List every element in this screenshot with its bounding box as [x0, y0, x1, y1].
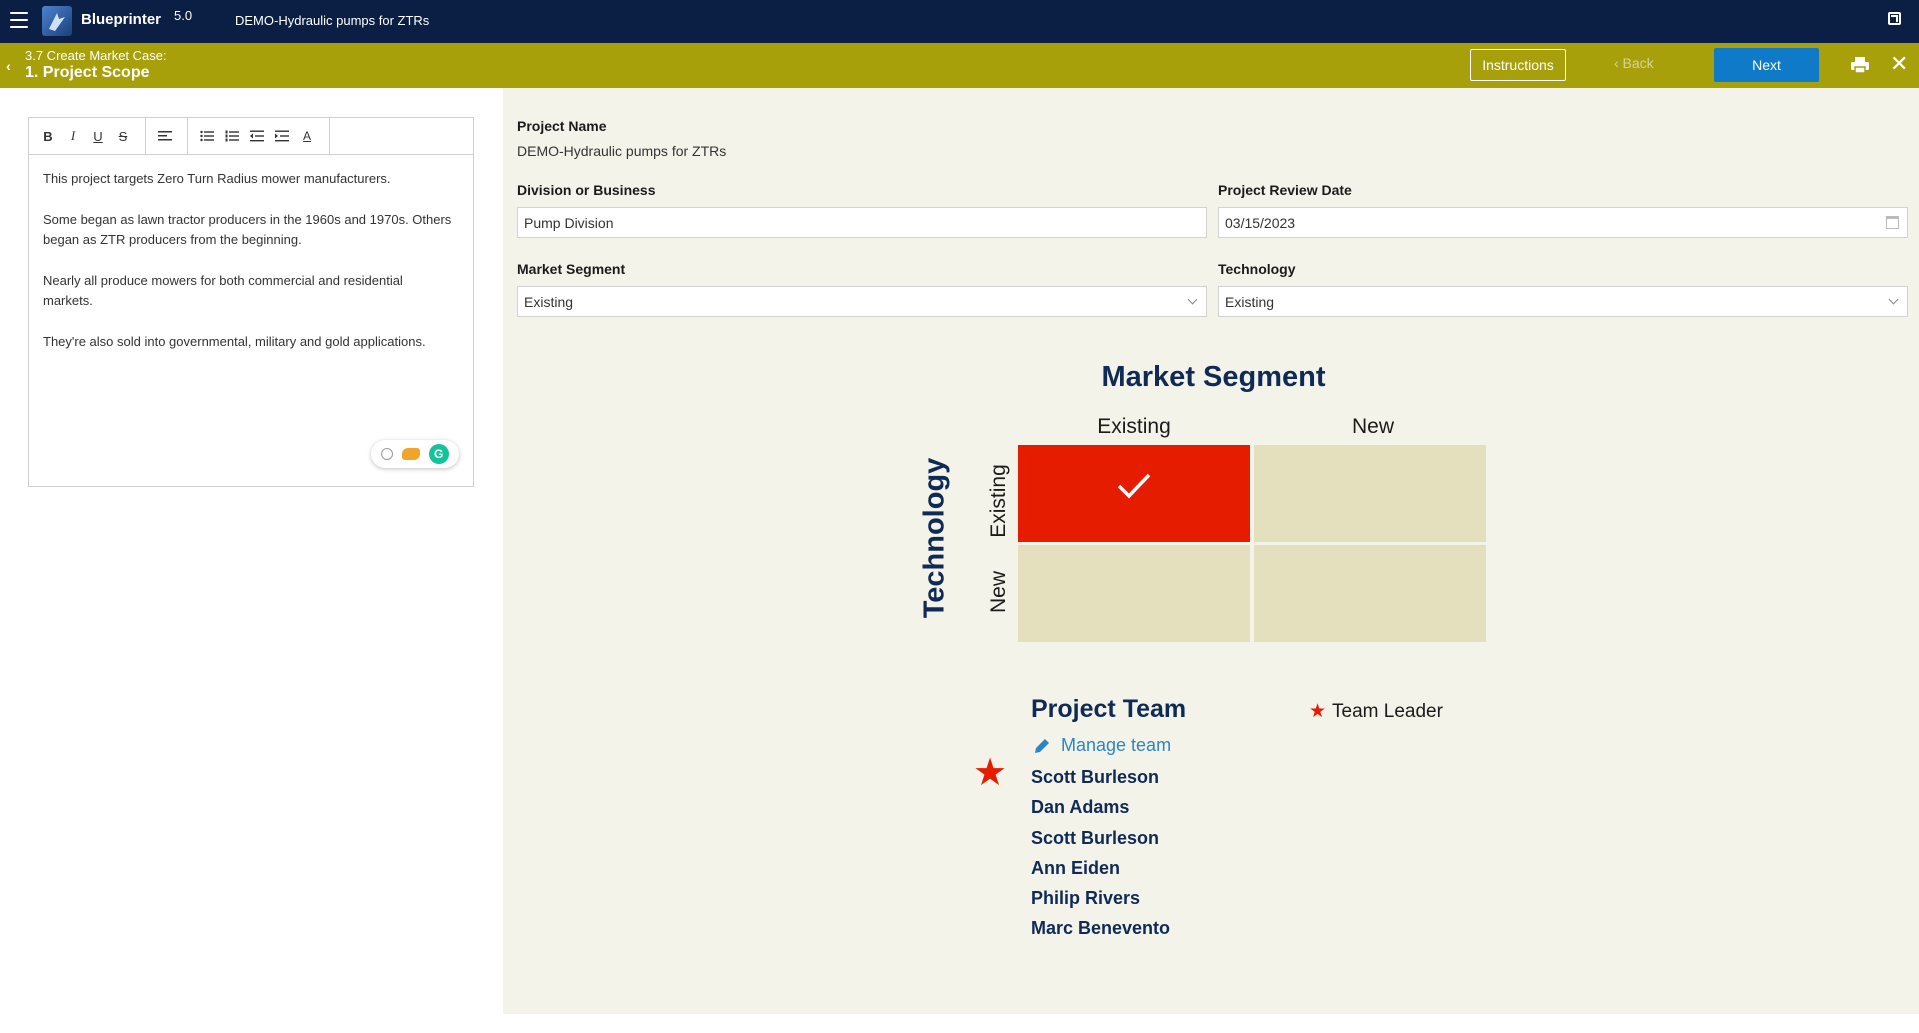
team-member: Scott Burleson [1031, 767, 1160, 787]
popout-icon[interactable] [1888, 12, 1901, 25]
app-logo-icon [42, 6, 72, 36]
project-name-label: Project Name [517, 118, 607, 134]
app-version: 5.0 [174, 8, 193, 23]
description-editor[interactable]: B I U S A This project targets Zero Turn… [28, 117, 474, 487]
matrix-title: Market Segment [1101, 361, 1326, 393]
division-label: Division or Business [517, 182, 656, 198]
bullet-list-icon[interactable] [196, 125, 218, 147]
editor-paragraph: They're also sold into governmental, mil… [43, 334, 426, 349]
power-icon[interactable] [381, 448, 394, 460]
review-date-field[interactable]: 03/15/2023 [1218, 207, 1908, 238]
editor-content[interactable]: This project targets Zero Turn Radius mo… [29, 155, 473, 387]
grammarly-widget[interactable]: G [371, 440, 459, 468]
step-subtitle: 3.7 Create Market Case: [25, 48, 167, 63]
matrix-row-title: Technology [918, 457, 951, 619]
editor-paragraph: This project targets Zero Turn Radius mo… [43, 171, 391, 186]
review-date-value: 03/15/2023 [1225, 215, 1296, 231]
editor-paragraph: Some began as lawn tractor producers in … [43, 212, 452, 247]
technology-select[interactable]: Existing [1218, 286, 1908, 317]
review-date-label: Project Review Date [1218, 182, 1352, 198]
team-member: Scott Burleson [1031, 828, 1160, 848]
team-member: Ann Eiden [1031, 858, 1120, 878]
team-member: Dan Adams [1031, 797, 1130, 817]
italic-button[interactable]: I [62, 125, 84, 147]
font-color-button[interactable]: A [296, 125, 318, 147]
matrix-col-label-new: New [1351, 415, 1394, 438]
manage-team-link[interactable]: Manage team [1033, 735, 1171, 756]
back-button[interactable]: ‹ Back [1614, 55, 1654, 71]
project-name-value: DEMO-Hydraulic pumps for ZTRs [517, 143, 727, 159]
menu-icon[interactable] [10, 12, 28, 28]
step-title: 1. Project Scope [25, 64, 150, 81]
team-member: Philip Rivers [1031, 888, 1141, 908]
pencil-icon [1035, 738, 1049, 753]
header-project-title: DEMO-Hydraulic pumps for ZTRs [235, 13, 430, 28]
technology-label: Technology [1218, 261, 1296, 277]
main-panel: Project Name DEMO-Hydraulic pumps for ZT… [503, 88, 1919, 1014]
app-name: Blueprinter [81, 11, 162, 28]
grammarly-icon[interactable]: G [428, 444, 449, 464]
chevron-down-icon [1888, 294, 1899, 305]
underline-button[interactable]: U [87, 125, 109, 147]
top-bar: Blueprinter 5.0 DEMO-Hydraulic pumps for… [0, 0, 1919, 43]
star-icon: ★ [1309, 701, 1327, 722]
indent-icon[interactable] [271, 125, 293, 147]
matrix-cell-existing-existing[interactable] [1018, 445, 1250, 542]
step-back-chevron-icon[interactable]: ‹ [6, 58, 11, 74]
numbered-list-icon[interactable] [221, 125, 243, 147]
team-member: Marc Benevento [1031, 918, 1171, 938]
matrix-cell-new-new[interactable] [1254, 545, 1486, 642]
technology-value: Existing [1225, 294, 1275, 310]
manage-team-label: Manage team [1061, 735, 1172, 755]
outdent-icon[interactable] [246, 125, 268, 147]
team-leader-star-icon: ★ [973, 752, 1008, 794]
matrix-row-label-new: New [987, 570, 1010, 614]
matrix-col-label-existing: Existing [1097, 415, 1171, 438]
calendar-icon[interactable] [1886, 216, 1899, 229]
market-segment-select[interactable]: Existing [517, 286, 1207, 317]
team-leader-legend-label: Team Leader [1332, 700, 1443, 722]
next-button[interactable]: Next [1714, 48, 1819, 82]
step-bar: ‹ 3.7 Create Market Case: 1. Project Sco… [0, 43, 1919, 88]
handshake-icon[interactable] [401, 448, 420, 460]
print-icon[interactable] [1850, 55, 1870, 75]
chevron-down-icon [1187, 294, 1198, 305]
division-field[interactable]: Pump Division [517, 207, 1207, 238]
checkmark-icon [1117, 473, 1151, 499]
bold-button[interactable]: B [37, 125, 59, 147]
strikethrough-button[interactable]: S [112, 125, 134, 147]
market-segment-label: Market Segment [517, 261, 626, 277]
matrix-cell-existing-new[interactable] [1018, 545, 1250, 642]
editor-paragraph: Nearly all produce mowers for both comme… [43, 273, 403, 308]
close-icon[interactable]: ✕ [1890, 53, 1908, 75]
market-segment-value: Existing [524, 294, 574, 310]
editor-toolbar: B I U S A [29, 118, 473, 155]
align-left-icon[interactable] [154, 125, 176, 147]
team-leader-legend: ★ Team Leader [1309, 700, 1443, 723]
matrix-row-label-existing: Existing [987, 464, 1010, 538]
matrix-cell-new-existing[interactable] [1254, 445, 1486, 542]
team-title: Project Team [1031, 695, 1187, 723]
instructions-button[interactable]: Instructions [1470, 49, 1566, 81]
